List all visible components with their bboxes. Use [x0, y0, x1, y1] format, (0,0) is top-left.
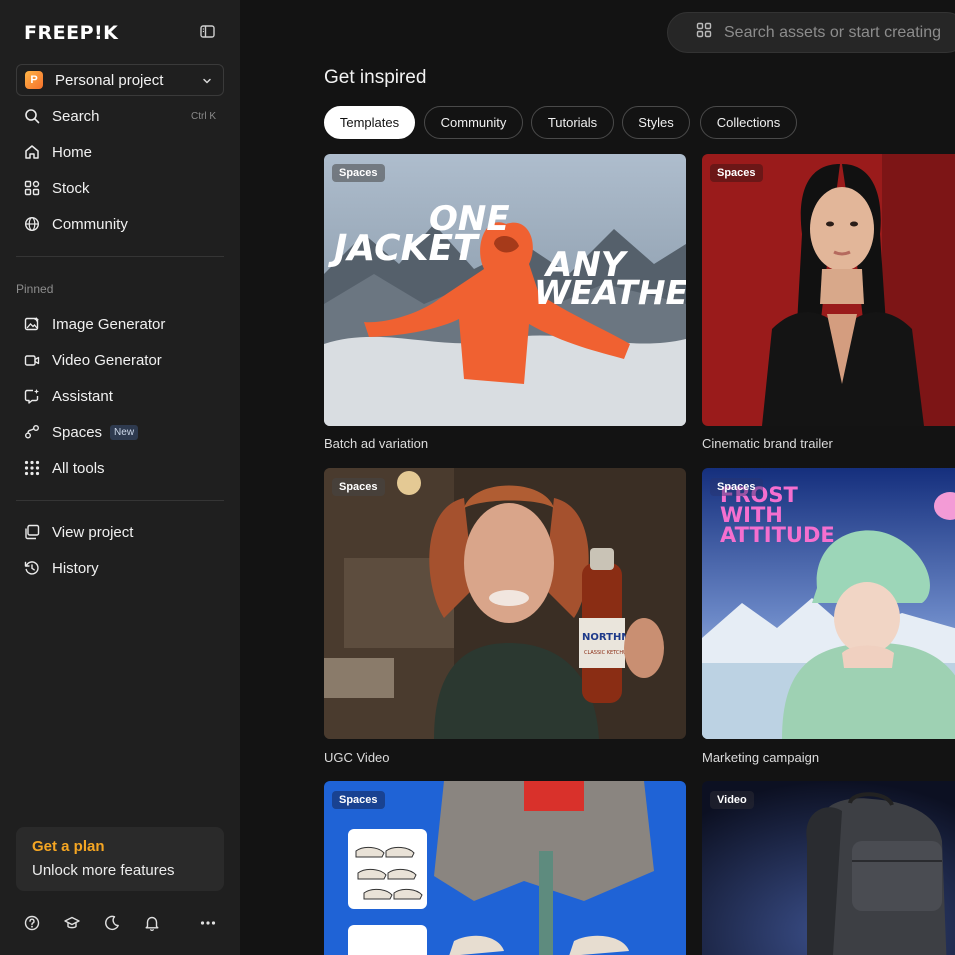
- nav-label: Stock: [52, 179, 90, 197]
- history-icon: [24, 560, 40, 576]
- app-window: FREEP!K P Personal project Search Ctrl K…: [0, 0, 955, 955]
- template-card[interactable]: Spaces: [324, 781, 686, 955]
- nav-label: Assistant: [52, 387, 113, 405]
- nav-label: All tools: [52, 459, 105, 477]
- sidebar-footer: [16, 912, 224, 934]
- pinned-section-label: Pinned: [16, 282, 54, 296]
- card-thumbnail: ONE JACKET ANY WEATHER Spaces: [324, 154, 686, 426]
- divider: [16, 500, 224, 501]
- project-name: Personal project: [55, 71, 164, 89]
- more-icon[interactable]: [200, 915, 216, 931]
- divider: [16, 256, 224, 257]
- nav-item-search[interactable]: Search Ctrl K: [16, 99, 224, 133]
- search-icon: [24, 108, 40, 124]
- search-input[interactable]: [724, 23, 955, 42]
- video-generator-icon: [24, 352, 40, 368]
- nav-label: View project: [52, 523, 134, 541]
- assistant-icon: [24, 388, 40, 404]
- page-title: Get inspired: [324, 67, 427, 88]
- nav-item-view-project[interactable]: View project: [16, 515, 224, 549]
- tab-collections[interactable]: Collections: [700, 106, 797, 139]
- card-type-tag: Spaces: [332, 791, 385, 809]
- overlay-text-product: CLASSIC KETCHUP: [584, 650, 630, 656]
- card-thumbnail: Spaces: [324, 781, 686, 955]
- nav-label: Community: [52, 215, 128, 233]
- nav-item-history[interactable]: History: [16, 551, 224, 585]
- card-thumbnail: NORTHMIST CLASSIC KETCHUP Spaces: [324, 468, 686, 739]
- nav-item-home[interactable]: Home: [16, 135, 224, 169]
- card-type-tag: Spaces: [332, 478, 385, 496]
- tab-community[interactable]: Community: [424, 106, 523, 139]
- sidebar: FREEP!K P Personal project Search Ctrl K…: [0, 0, 240, 955]
- nav-label: Image Generator: [52, 315, 166, 333]
- project-avatar: P: [25, 71, 43, 89]
- grid-icon: [24, 460, 40, 476]
- theme-icon[interactable]: [104, 915, 120, 931]
- learn-icon[interactable]: [64, 915, 80, 931]
- nav-item-spaces[interactable]: Spaces New: [16, 415, 224, 449]
- nav-item-community[interactable]: Community: [16, 207, 224, 241]
- card-type-tag: Spaces: [710, 478, 763, 496]
- template-card[interactable]: Video: [702, 781, 955, 955]
- nav-item-stock[interactable]: Stock: [16, 171, 224, 205]
- card-title: Cinematic brand trailer: [702, 436, 833, 451]
- collapse-sidebar-icon[interactable]: [199, 24, 217, 40]
- chevron-down-icon: [201, 74, 213, 92]
- tab-styles[interactable]: Styles: [622, 106, 690, 139]
- tab-tutorials[interactable]: Tutorials: [531, 106, 614, 139]
- plan-title: Get a plan: [32, 838, 105, 855]
- nav-label: History: [52, 559, 99, 577]
- template-card[interactable]: ONE JACKET ANY WEATHER Spaces Batch ad v…: [324, 154, 686, 454]
- card-title: Batch ad variation: [324, 436, 429, 451]
- tab-templates[interactable]: Templates: [324, 106, 415, 139]
- overlay-text-attitude: ATTITUDE: [720, 523, 835, 547]
- image-generator-icon: [24, 316, 40, 332]
- get-plan-card[interactable]: Get a plan Unlock more features: [16, 827, 224, 891]
- overlay-text-weather: WEATHER: [534, 273, 686, 312]
- card-thumbnail: Video: [702, 781, 955, 955]
- keyboard-shortcut: Ctrl K: [191, 110, 216, 122]
- nav-item-video-generator[interactable]: Video Generator: [16, 343, 224, 377]
- notifications-icon[interactable]: [144, 915, 160, 931]
- nav-label: Home: [52, 143, 93, 161]
- template-card[interactable]: NORTHMIST CLASSIC KETCHUP Spaces UGC Vid…: [324, 468, 686, 768]
- nav-item-all-tools[interactable]: All tools: [16, 451, 224, 485]
- overlay-text-jacket: JACKET: [328, 228, 480, 269]
- card-type-tag: Video: [710, 791, 754, 809]
- search-bar[interactable]: [667, 12, 955, 53]
- nav-item-assistant[interactable]: Assistant: [16, 379, 224, 413]
- globe-icon: [24, 216, 40, 232]
- view-project-icon: [24, 524, 40, 540]
- nav-item-image-generator[interactable]: Image Generator: [16, 307, 224, 341]
- apps-grid-icon: [696, 22, 712, 43]
- help-icon[interactable]: [24, 915, 40, 931]
- plan-subtitle: Unlock more features: [32, 862, 175, 879]
- freepik-logo[interactable]: FREEP!K: [24, 22, 118, 44]
- template-card[interactable]: FROST WITH ATTITUDE Spaces Marketing cam…: [702, 468, 955, 768]
- card-title: UGC Video: [324, 750, 390, 765]
- template-card[interactable]: Spaces Cinematic brand trailer: [702, 154, 955, 454]
- nav-label: Search: [52, 107, 100, 125]
- card-type-tag: Spaces: [710, 164, 763, 182]
- spaces-icon: [24, 424, 40, 440]
- new-badge: New: [110, 424, 139, 440]
- stock-icon: [24, 180, 40, 196]
- card-thumbnail: Spaces: [702, 154, 955, 426]
- nav-label: Spaces: [52, 423, 103, 441]
- card-type-tag: Spaces: [332, 164, 385, 182]
- card-thumbnail: FROST WITH ATTITUDE Spaces: [702, 468, 955, 739]
- nav-label: Video Generator: [52, 351, 162, 369]
- home-icon: [24, 144, 40, 160]
- card-title: Marketing campaign: [702, 750, 820, 765]
- project-selector[interactable]: P Personal project: [16, 64, 224, 96]
